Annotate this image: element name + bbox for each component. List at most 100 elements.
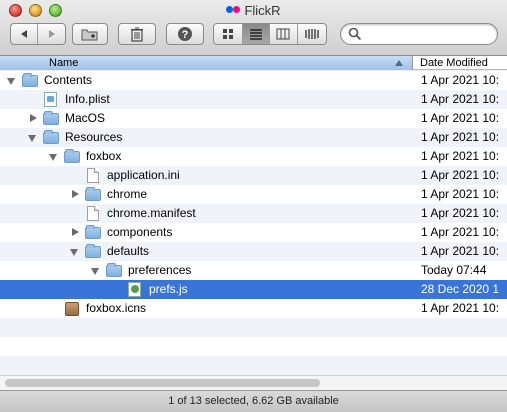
window-titlebar: FlickR ? bbox=[0, 0, 507, 56]
search-field[interactable] bbox=[340, 23, 498, 45]
file-name: foxbox.icns bbox=[86, 301, 147, 315]
name-cell: chrome bbox=[69, 185, 147, 204]
file-name: chrome bbox=[107, 187, 148, 201]
back-forward-control bbox=[10, 23, 66, 45]
list-item[interactable]: components 1 Apr 2021 10: bbox=[0, 223, 507, 242]
disclosure-open-icon[interactable] bbox=[90, 261, 102, 280]
list-item[interactable]: MacOS 1 Apr 2021 10: bbox=[0, 109, 507, 128]
list-item[interactable]: chrome 1 Apr 2021 10: bbox=[0, 185, 507, 204]
date-modified-cell: 1 Apr 2021 10: bbox=[421, 130, 500, 144]
date-modified-column-header[interactable]: Date Modified bbox=[420, 56, 488, 70]
name-cell: Contents bbox=[6, 71, 92, 90]
file-name: prefs.js bbox=[149, 282, 188, 296]
icon-view-button[interactable] bbox=[214, 24, 243, 44]
disclosure-closed-icon[interactable] bbox=[69, 185, 81, 204]
folder-icon bbox=[22, 73, 38, 87]
column-header-bar: Name Date Modified bbox=[0, 56, 507, 70]
disclosure-open-icon[interactable] bbox=[69, 242, 81, 261]
name-column-header[interactable]: Name bbox=[0, 56, 413, 70]
list-item[interactable]: foxbox.icns 1 Apr 2021 10: bbox=[0, 299, 507, 318]
empty-row bbox=[0, 337, 507, 356]
date-modified-cell: 1 Apr 2021 10: bbox=[421, 206, 500, 220]
disclosure-closed-icon[interactable] bbox=[27, 109, 39, 128]
column-view-button[interactable] bbox=[270, 24, 298, 44]
flickr-app-icon bbox=[226, 6, 241, 14]
date-modified-cell: 28 Dec 2020 1 bbox=[421, 282, 500, 296]
disclosure-closed-icon[interactable] bbox=[69, 223, 81, 242]
status-text: 1 of 13 selected, 6.62 GB available bbox=[168, 395, 339, 407]
status-bar: 1 of 13 selected, 6.62 GB available bbox=[0, 390, 507, 412]
scrollbar-thumb[interactable] bbox=[5, 379, 320, 387]
sort-ascending-icon bbox=[395, 60, 403, 66]
delete-button[interactable] bbox=[118, 23, 156, 45]
list-item[interactable]: Resources 1 Apr 2021 10: bbox=[0, 128, 507, 147]
disclosure-open-icon[interactable] bbox=[27, 128, 39, 147]
folder-icon bbox=[64, 149, 80, 163]
folder-icon bbox=[43, 130, 59, 144]
icon-view-icon bbox=[222, 29, 233, 39]
date-modified-cell: 1 Apr 2021 10: bbox=[421, 111, 500, 125]
name-column-label: Name bbox=[49, 57, 79, 69]
folder-icon bbox=[85, 225, 101, 239]
action-button[interactable]: ? bbox=[166, 23, 204, 45]
new-folder-button[interactable] bbox=[72, 23, 108, 45]
list-item[interactable]: Contents 1 Apr 2021 10: bbox=[0, 71, 507, 90]
coverflow-view-icon bbox=[305, 29, 319, 39]
trash-icon bbox=[131, 27, 143, 42]
file-name: application.ini bbox=[107, 168, 180, 182]
file-name: preferences bbox=[128, 263, 192, 277]
list-item[interactable]: foxbox 1 Apr 2021 10: bbox=[0, 147, 507, 166]
search-input[interactable] bbox=[365, 26, 491, 42]
plist-file-icon bbox=[44, 92, 57, 107]
date-modified-cell: 1 Apr 2021 10: bbox=[421, 187, 500, 201]
file-name: Info.plist bbox=[65, 92, 110, 106]
name-cell: preferences bbox=[90, 261, 191, 280]
list-view-button[interactable] bbox=[242, 24, 271, 44]
disclosure-open-icon[interactable] bbox=[48, 147, 60, 166]
list-item[interactable]: prefs.js 28 Dec 2020 1 bbox=[0, 280, 507, 299]
list-view-icon bbox=[249, 29, 262, 40]
folder-icon bbox=[85, 244, 101, 258]
coverflow-view-button[interactable] bbox=[298, 24, 326, 44]
name-cell: foxbox.icns bbox=[48, 299, 146, 318]
document-icon bbox=[87, 168, 99, 183]
list-item[interactable]: defaults 1 Apr 2021 10: bbox=[0, 242, 507, 261]
file-name: Contents bbox=[44, 73, 93, 87]
forward-button[interactable] bbox=[38, 24, 65, 44]
folder-icon bbox=[43, 111, 59, 125]
date-modified-cell: 1 Apr 2021 10: bbox=[421, 73, 500, 87]
document-icon bbox=[87, 206, 99, 221]
date-modified-cell: 1 Apr 2021 10: bbox=[421, 244, 500, 258]
horizontal-scrollbar[interactable] bbox=[0, 375, 507, 390]
file-name: chrome.manifest bbox=[107, 206, 196, 220]
date-modified-cell: Today 07:44 bbox=[421, 263, 487, 277]
list-item[interactable]: preferences Today 07:44 bbox=[0, 261, 507, 280]
search-icon bbox=[348, 27, 362, 41]
disclosure-open-icon[interactable] bbox=[6, 71, 18, 90]
name-cell: Info.plist bbox=[27, 90, 110, 109]
list-item[interactable]: chrome.manifest 1 Apr 2021 10: bbox=[0, 204, 507, 223]
file-name: MacOS bbox=[65, 111, 106, 125]
icns-file-icon bbox=[65, 301, 79, 316]
javascript-file-icon bbox=[128, 282, 141, 297]
back-button[interactable] bbox=[11, 24, 39, 44]
name-cell: components bbox=[69, 223, 172, 242]
date-modified-cell: 1 Apr 2021 10: bbox=[421, 149, 500, 163]
empty-row bbox=[0, 356, 507, 375]
name-cell: chrome.manifest bbox=[69, 204, 196, 223]
date-modified-cell: 1 Apr 2021 10: bbox=[421, 301, 500, 315]
file-name: foxbox bbox=[86, 149, 122, 163]
list-item[interactable]: application.ini 1 Apr 2021 10: bbox=[0, 166, 507, 185]
date-modified-cell: 1 Apr 2021 10: bbox=[421, 168, 500, 182]
file-list: Contents 1 Apr 2021 10: Info.plist 1 Apr 20… bbox=[0, 71, 507, 375]
view-mode-control bbox=[213, 23, 327, 45]
folder-icon bbox=[106, 263, 122, 277]
question-icon: ? bbox=[178, 27, 192, 41]
window-title: FlickR bbox=[244, 3, 281, 18]
file-name: Resources bbox=[65, 130, 123, 144]
name-cell: Resources bbox=[27, 128, 122, 147]
name-cell: foxbox bbox=[48, 147, 121, 166]
list-item[interactable]: Info.plist 1 Apr 2021 10: bbox=[0, 90, 507, 109]
